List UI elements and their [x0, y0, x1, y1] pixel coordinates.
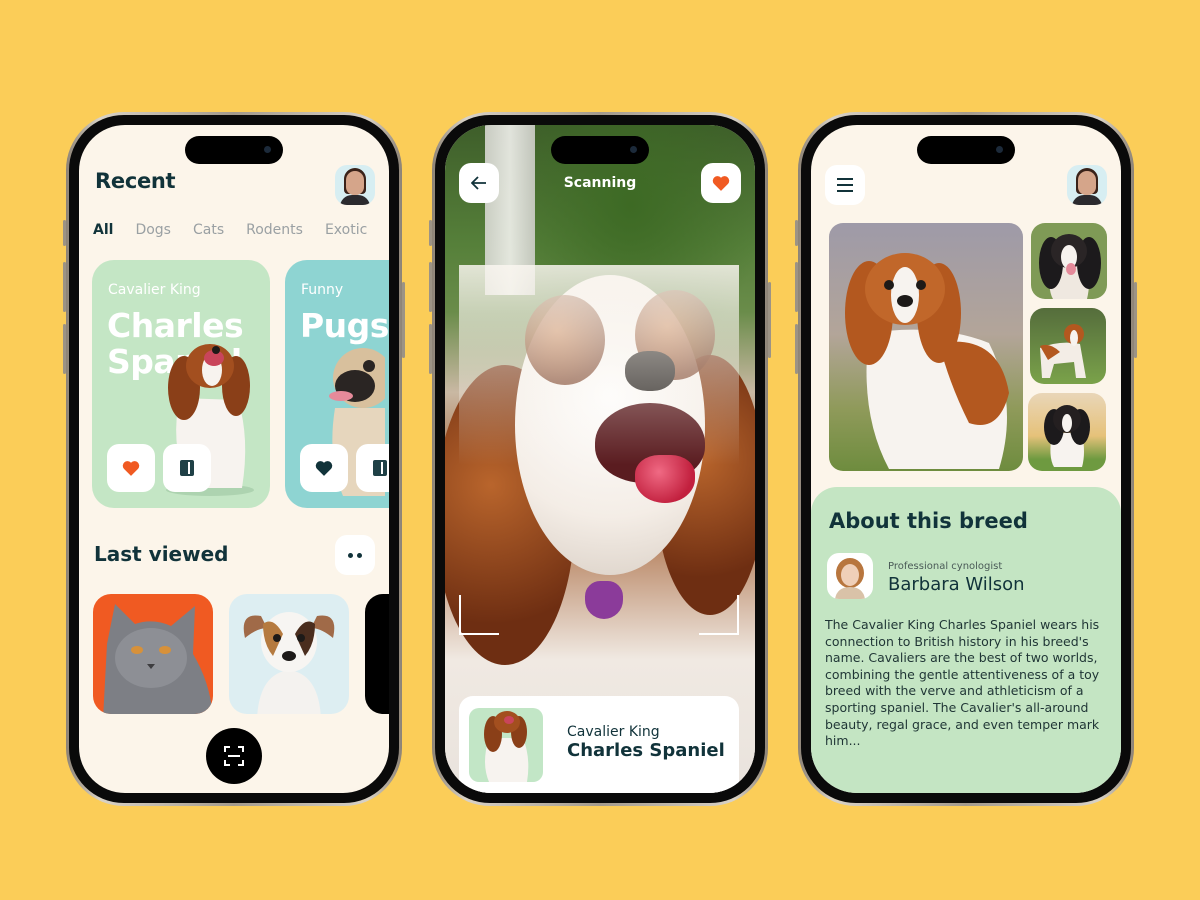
gallery-thumb-2[interactable] [1030, 308, 1106, 384]
power-button [402, 282, 405, 358]
card-subtitle: Cavalier King [108, 282, 201, 298]
heart-icon [315, 461, 333, 476]
expert-role: Professional cynologist [888, 561, 1003, 572]
last-viewed-item-cat[interactable] [93, 594, 213, 714]
phone-bezel: About this breed Professional cynologist… [801, 115, 1131, 803]
dynamic-island [917, 136, 1015, 164]
phone-bezel: Recent All Dogs Cats Rodents Exotic Cava… [69, 115, 399, 803]
scan-button[interactable] [206, 728, 262, 784]
screen: Recent All Dogs Cats Rodents Exotic Cava… [79, 125, 389, 793]
gallery-main-photo[interactable] [829, 223, 1023, 471]
tab-dogs[interactable]: Dogs [135, 222, 171, 238]
more-button[interactable] [335, 535, 375, 575]
phone-recent-screen: Recent All Dogs Cats Rodents Exotic Cava… [63, 112, 405, 806]
mute-switch [795, 220, 798, 246]
tab-all[interactable]: All [93, 222, 113, 238]
volume-up-button [795, 262, 798, 312]
mute-switch [63, 220, 66, 246]
volume-down-button [795, 324, 798, 374]
last-viewed-item-dog[interactable] [229, 594, 349, 714]
scan-result-card[interactable]: Cavalier King Charles Spaniel [459, 696, 739, 793]
expert-name: Barbara Wilson [888, 574, 1025, 595]
expert-avatar[interactable] [827, 553, 873, 599]
phone-scanning-screen: Scanning Cavalier King Charles Spaniel [429, 112, 771, 806]
volume-down-button [429, 324, 432, 374]
expert-portrait [835, 558, 865, 599]
about-breed-panel: About this breed Professional cynologist… [811, 487, 1121, 793]
power-button [1134, 282, 1137, 358]
cavalier-dog-image [845, 253, 1009, 469]
favorite-button[interactable] [701, 163, 741, 203]
book-icon [180, 460, 194, 476]
avatar-face [1078, 171, 1096, 195]
breed-card-pugs[interactable]: Funny Pugs [285, 260, 389, 508]
about-title: About this breed [829, 509, 1028, 533]
read-more-button[interactable] [356, 444, 389, 492]
like-button[interactable] [107, 444, 155, 492]
hamburger-menu-icon [837, 178, 853, 192]
scan-haze [459, 265, 739, 465]
result-thumbnail [469, 708, 543, 782]
avatar-body [340, 195, 370, 205]
like-button[interactable] [300, 444, 348, 492]
tab-rodents[interactable]: Rodents [246, 222, 303, 238]
scan-frame [459, 265, 739, 635]
tab-cats[interactable]: Cats [193, 222, 224, 238]
heart-icon [122, 461, 140, 476]
volume-up-button [429, 262, 432, 312]
cat-image [103, 604, 213, 714]
avatar-face [346, 171, 364, 195]
breed-card-cavalier[interactable]: Cavalier King Charles Spaniel [92, 260, 270, 508]
scan-corner-bottom-left [459, 595, 499, 635]
cavalier-dog-image [484, 711, 529, 782]
volume-down-button [63, 324, 66, 374]
tricolor-puppy-image [1044, 405, 1090, 467]
phone-bezel: Scanning Cavalier King Charles Spaniel [435, 115, 765, 803]
mute-switch [429, 220, 432, 246]
page-title: Recent [95, 169, 176, 193]
scan-corner-bottom-right [699, 595, 739, 635]
power-button [768, 282, 771, 358]
result-subtitle: Cavalier King [567, 724, 660, 740]
card-subtitle: Funny [301, 282, 344, 298]
standing-cavalier-image [1040, 324, 1086, 378]
category-tabs: All Dogs Cats Rodents Exotic [93, 222, 367, 238]
avatar-body [1072, 195, 1102, 205]
menu-button[interactable] [825, 165, 865, 205]
read-more-button[interactable] [163, 444, 211, 492]
user-avatar[interactable] [1067, 165, 1107, 205]
book-icon [373, 460, 387, 476]
dynamic-island [551, 136, 649, 164]
jack-russell-image [243, 612, 335, 714]
scan-icon [224, 746, 244, 766]
user-avatar[interactable] [335, 165, 375, 205]
gallery-thumb-3[interactable] [1028, 393, 1106, 471]
result-title: Charles Spaniel [567, 740, 725, 761]
dynamic-island [185, 136, 283, 164]
tab-exotic[interactable]: Exotic [325, 222, 367, 238]
volume-up-button [63, 262, 66, 312]
heart-icon [712, 176, 730, 191]
phone-breed-detail-screen: About this breed Professional cynologist… [795, 112, 1137, 806]
gallery-thumb-1[interactable] [1031, 223, 1107, 299]
about-description: The Cavalier King Charles Spaniel wears … [825, 617, 1100, 749]
section-title: Last viewed [94, 542, 229, 566]
screen: Scanning Cavalier King Charles Spaniel [445, 125, 755, 793]
screen: About this breed Professional cynologist… [811, 125, 1121, 793]
more-dots-icon [348, 552, 362, 558]
tricolor-cavalier-image [1039, 234, 1101, 299]
last-viewed-item-partial[interactable] [365, 594, 389, 714]
